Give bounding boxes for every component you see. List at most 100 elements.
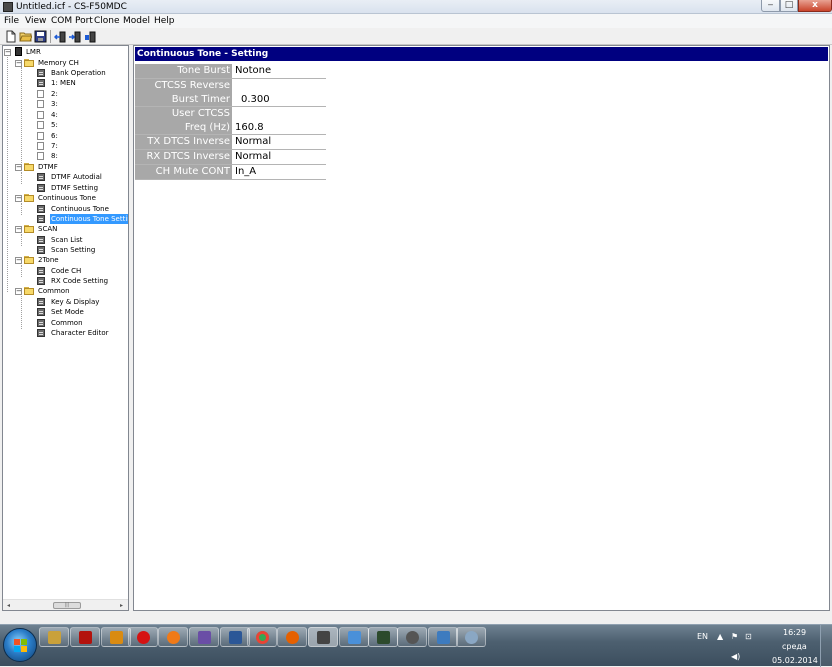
tree-item-dtmf-setting[interactable]: DTMF Setting — [37, 183, 127, 193]
clock-day[interactable]: среда — [782, 642, 807, 652]
tree-item-channel-4[interactable]: 4: — [37, 110, 127, 120]
start-button[interactable] — [3, 628, 37, 662]
tree-item-bank-operation[interactable]: Bank Operation — [37, 68, 127, 78]
setting-row-ch-mute-cont: CH Mute CONT In_A — [135, 165, 326, 180]
collapse-icon[interactable]: − — [15, 164, 22, 171]
collapse-icon[interactable]: − — [15, 60, 22, 67]
close-button[interactable]: x — [798, 0, 832, 12]
windows-logo-part — [21, 646, 27, 652]
setting-value-user-ctcss-freq[interactable]: 160.8 — [235, 121, 264, 135]
taskbar-firefox[interactable] — [277, 627, 307, 647]
tree-item-continuous-tone-setting[interactable]: Continuous Tone Setting — [37, 214, 128, 224]
menu-clone[interactable]: Clone — [94, 15, 120, 27]
menu-help[interactable]: Help — [154, 15, 175, 27]
tree-item-channel-5[interactable]: 5: — [37, 120, 127, 130]
taskbar-app-orange[interactable] — [158, 627, 188, 647]
setting-row-tone-burst: Tone Burst Notone — [135, 64, 326, 79]
open-folder-icon[interactable] — [19, 30, 32, 43]
tree-folder-scan[interactable]: − SCAN — [15, 224, 95, 234]
taskbar-network-app[interactable] — [428, 627, 458, 647]
menu-model[interactable]: Model — [123, 15, 150, 27]
show-hidden-icons-icon[interactable]: ▲ — [717, 632, 723, 642]
taskbar-word[interactable] — [220, 627, 250, 647]
setting-value-burst-timer[interactable]: 0.300 — [241, 93, 270, 107]
tree-item-key-display[interactable]: Key & Display — [37, 297, 127, 307]
tree-item-scan-list[interactable]: Scan List — [37, 235, 127, 245]
taskbar-acrobat[interactable] — [70, 627, 100, 647]
network-tray-icon[interactable]: ⊡ — [745, 632, 752, 642]
menu-com-port[interactable]: COM Port — [51, 15, 93, 27]
clock-time[interactable]: 16:29 — [783, 628, 806, 638]
radio-clone-icon[interactable] — [84, 30, 97, 43]
page-icon — [37, 215, 45, 223]
tree-folder-2tone[interactable]: − 2Tone — [15, 255, 95, 265]
tree-item-channel-6[interactable]: 6: — [37, 131, 127, 141]
tree-item-code-ch[interactable]: Code CH — [37, 266, 127, 276]
clock-date[interactable]: 05.02.2014 — [772, 656, 818, 666]
tree-folder-memory-ch[interactable]: − Memory CH — [15, 58, 95, 68]
tree-horizontal-scrollbar[interactable]: ◂ ||| ▸ — [3, 599, 128, 610]
action-center-flag-icon[interactable]: ⚑ — [731, 632, 738, 642]
tree-item-common[interactable]: Common — [37, 318, 127, 328]
tree-item-continuous-tone[interactable]: Continuous Tone — [37, 204, 127, 214]
setting-value-rx-dtcs-inverse[interactable]: Normal — [235, 150, 271, 164]
tree-item-channel-1[interactable]: 1: MEN — [37, 78, 127, 88]
tree-item-set-mode[interactable]: Set Mode — [37, 307, 127, 317]
new-file-icon[interactable] — [4, 30, 17, 43]
tree-item-scan-setting[interactable]: Scan Setting — [37, 245, 127, 255]
taskbar-explorer[interactable] — [39, 627, 69, 647]
firefox-icon — [286, 631, 299, 644]
tree-item-channel-8[interactable]: 8: — [37, 151, 127, 161]
tree-item-character-editor[interactable]: Character Editor — [37, 328, 127, 338]
tree-folder-continuous-tone[interactable]: − Continuous Tone — [15, 193, 115, 203]
scrollbar-thumb[interactable]: ||| — [53, 602, 81, 609]
setting-value-tone-burst[interactable]: Notone — [235, 64, 271, 78]
minimize-button[interactable]: ‒ — [761, 0, 780, 12]
tree-item-rx-code-setting[interactable]: RX Code Setting — [37, 276, 127, 286]
maximize-button[interactable]: □ — [780, 0, 798, 12]
tree-root[interactable]: − LMR — [4, 47, 64, 57]
tree-connector — [7, 57, 8, 292]
taskbar-cs-f50mdc[interactable] — [308, 627, 338, 647]
write-to-radio-icon[interactable] — [69, 30, 82, 43]
setting-value-ch-mute-cont[interactable]: In_A — [235, 165, 256, 179]
taskbar-headset-app[interactable] — [397, 627, 427, 647]
save-icon[interactable] — [34, 30, 47, 43]
read-from-radio-icon[interactable] — [54, 30, 67, 43]
menu-view[interactable]: View — [25, 15, 46, 27]
collapse-icon[interactable]: − — [15, 257, 22, 264]
opera-icon — [137, 631, 150, 644]
setting-value-tx-dtcs-inverse[interactable]: Normal — [235, 135, 271, 149]
taskbar: EN ▲ ⚑ ⊡ ◀) 16:29 среда 05.02.2014 — [0, 624, 832, 667]
scroll-left-icon[interactable]: ◂ — [4, 601, 13, 610]
headset-icon — [406, 631, 419, 644]
empty-channel-icon — [37, 90, 44, 98]
collapse-icon[interactable]: − — [4, 49, 11, 56]
taskbar-remote-desktop[interactable] — [339, 627, 369, 647]
collapse-icon[interactable]: − — [15, 195, 22, 202]
tree-folder-dtmf[interactable]: − DTMF — [15, 162, 95, 172]
empty-channel-icon — [37, 152, 44, 160]
tree-item-dtmf-autodial[interactable]: DTMF Autodial — [37, 172, 127, 182]
menu-file[interactable]: File — [4, 15, 19, 27]
collapse-icon[interactable]: − — [15, 288, 22, 295]
page-icon — [37, 184, 45, 192]
settings-panel: Continuous Tone - Setting Tone Burst Not… — [133, 45, 830, 611]
taskbar-speedometer-app[interactable] — [456, 627, 486, 647]
language-indicator[interactable]: EN — [697, 632, 708, 642]
taskbar-terminal[interactable] — [368, 627, 398, 647]
network-icon — [437, 631, 450, 644]
show-desktop-button[interactable] — [820, 625, 832, 667]
empty-channel-icon — [37, 142, 44, 150]
taskbar-paint[interactable] — [189, 627, 219, 647]
collapse-icon[interactable]: − — [15, 226, 22, 233]
taskbar-winamp[interactable] — [101, 627, 131, 647]
scroll-right-icon[interactable]: ▸ — [117, 601, 126, 610]
tree-item-channel-2[interactable]: 2: — [37, 89, 127, 99]
taskbar-chrome[interactable] — [247, 627, 277, 647]
tree-item-channel-3[interactable]: 3: — [37, 99, 127, 109]
volume-icon[interactable]: ◀) — [731, 652, 740, 662]
tree-folder-common[interactable]: − Common — [15, 286, 95, 296]
tree-item-channel-7[interactable]: 7: — [37, 141, 127, 151]
taskbar-opera[interactable] — [128, 627, 158, 647]
